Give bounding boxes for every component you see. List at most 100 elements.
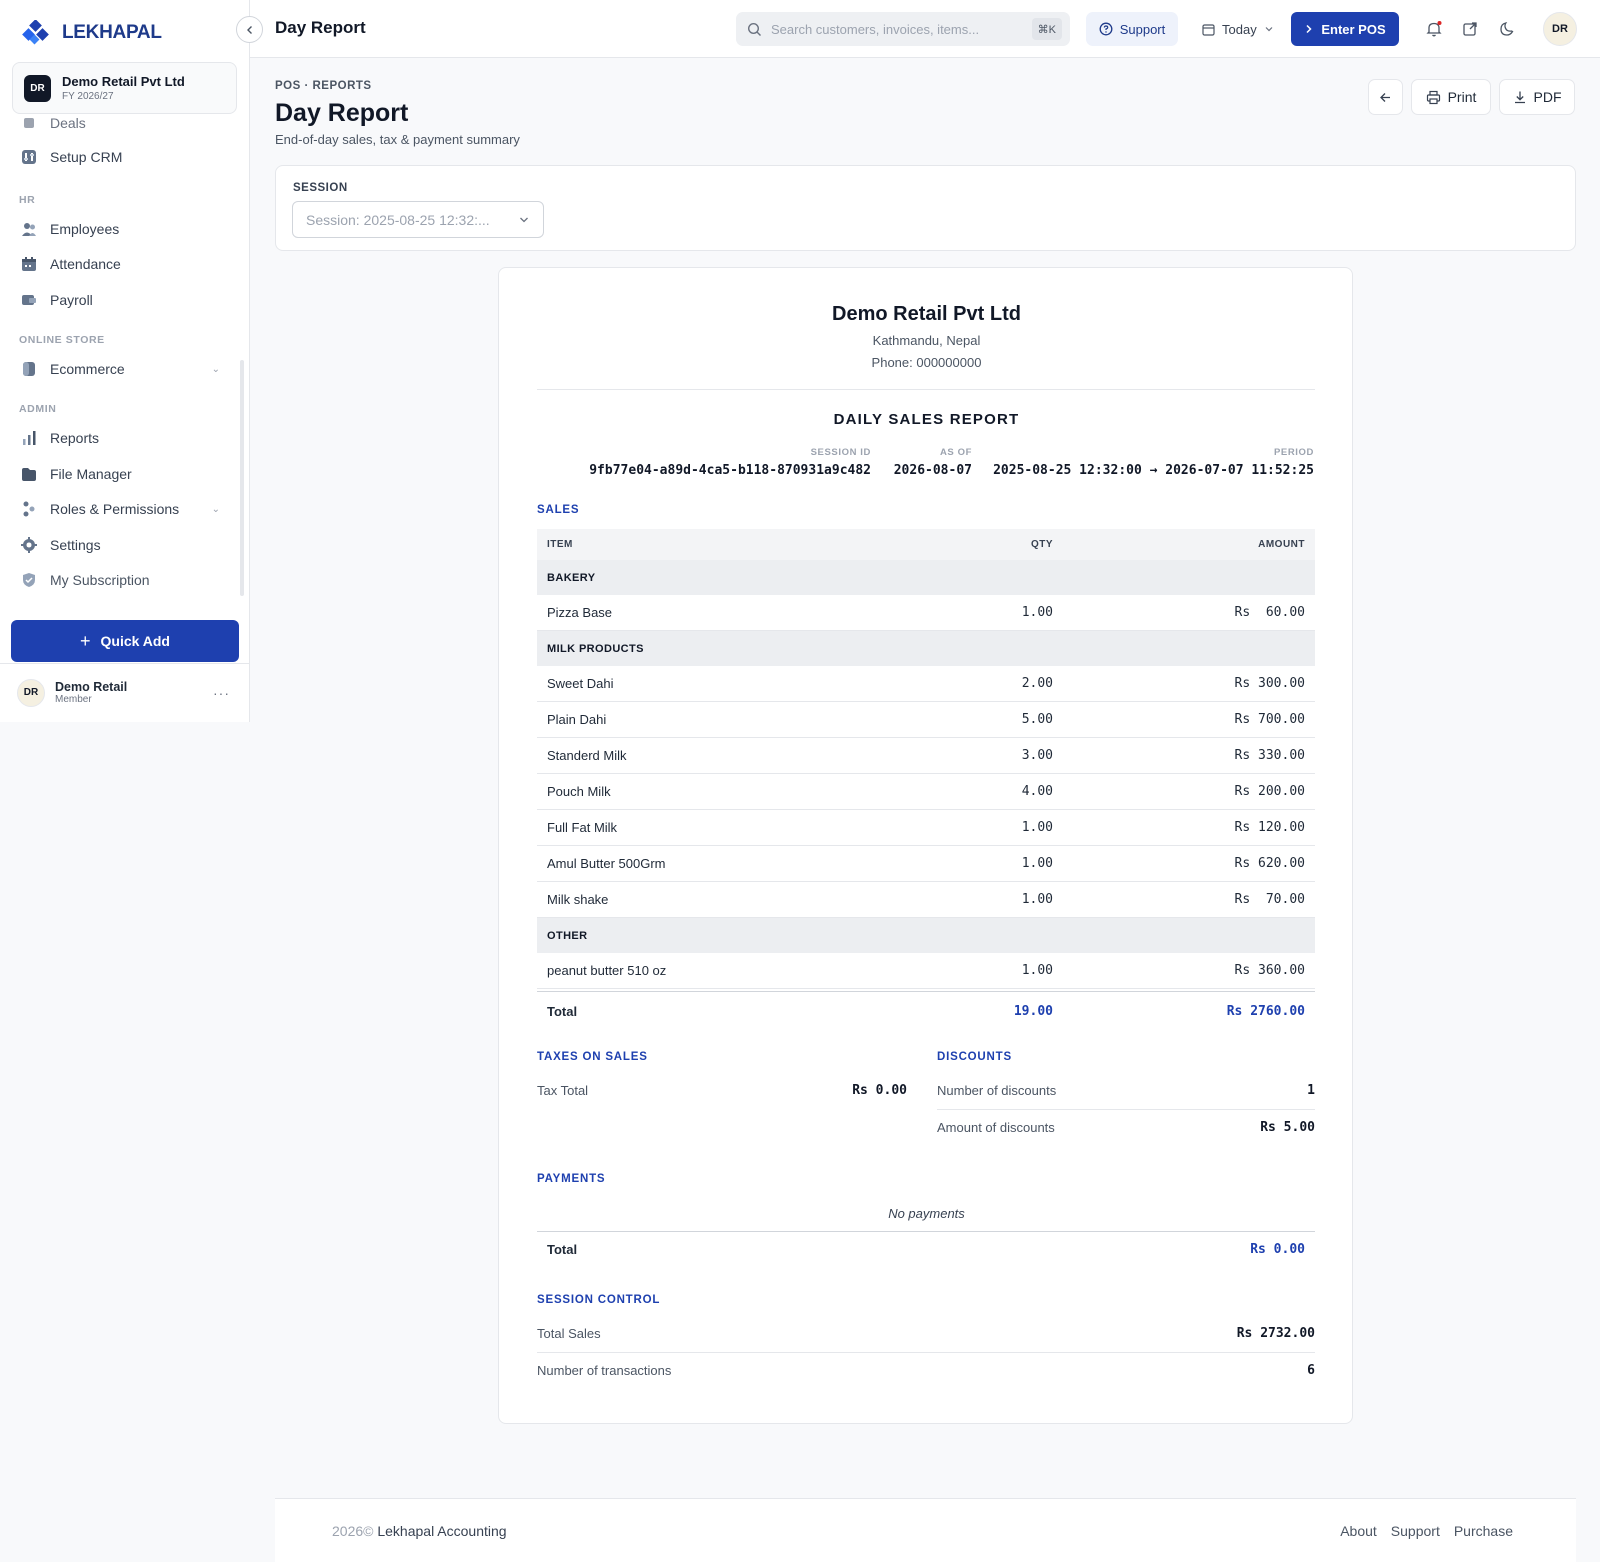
- payments-heading: PAYMENTS: [537, 1173, 606, 1185]
- payments-total-value: Rs 0.00: [1250, 1242, 1305, 1257]
- sidebar-item-reports[interactable]: Reports: [20, 429, 220, 447]
- quick-add-label: Quick Add: [100, 633, 171, 649]
- section-admin: ADMIN: [19, 403, 57, 415]
- footer-year: 2026©: [332, 1523, 374, 1539]
- sidebar-item-employees[interactable]: Employees: [20, 220, 220, 238]
- open-external-button[interactable]: [1459, 18, 1481, 40]
- transactions-value: 6: [1307, 1363, 1315, 1378]
- total-sales-value: Rs 2732.00: [1236, 1326, 1315, 1341]
- report-company-name: Demo Retail Pvt Ltd: [832, 303, 1021, 325]
- enter-pos-button[interactable]: Enter POS: [1291, 12, 1399, 46]
- notifications-button[interactable]: [1423, 18, 1445, 40]
- taxes-heading: TAXES ON SALES: [537, 1051, 648, 1063]
- discount-count-label: Number of discounts: [937, 1083, 1057, 1098]
- footer-link-about[interactable]: About: [1340, 1523, 1377, 1539]
- sidebar-item-label: Ecommerce: [50, 361, 125, 377]
- back-button[interactable]: [1368, 79, 1403, 115]
- discount-amount-label: Amount of discounts: [937, 1120, 1055, 1135]
- plus-icon: +: [79, 630, 91, 651]
- table-row: Full Fat Milk 1.00 Rs 120.00: [537, 810, 1315, 846]
- chevron-down-icon: ⌄: [211, 503, 220, 515]
- theme-toggle-button[interactable]: [1496, 18, 1518, 40]
- topbar-title: Day Report: [275, 18, 366, 37]
- chevron-down-icon: [520, 217, 528, 223]
- item-name: Standerd Milk: [547, 748, 627, 763]
- sidebar-nav: Deals Setup CRM HR Employees Attendance …: [0, 116, 250, 606]
- topbar: Day Report ⌘K Support Today Enter POS DR: [250, 0, 1600, 58]
- sidebar: LEKHAPAL DR Demo Retail Pvt Ltd FY 2026/…: [0, 0, 250, 722]
- sidebar-item-my-subscription[interactable]: My Subscription: [20, 571, 220, 589]
- column-header-item: ITEM: [547, 539, 573, 550]
- quick-add-button[interactable]: + Quick Add: [11, 620, 239, 662]
- print-label: Print: [1447, 89, 1477, 105]
- divider: [537, 389, 1315, 390]
- item-qty: 1.00: [1021, 820, 1053, 835]
- user-menu[interactable]: DR Demo Retail Member ···: [0, 663, 250, 721]
- session-id-label: SESSION ID: [810, 447, 871, 458]
- item-amount: Rs 360.00: [1234, 963, 1305, 978]
- section-online-store: ONLINE STORE: [19, 334, 105, 346]
- users-icon: [20, 220, 38, 238]
- column-header-amount: AMOUNT: [1258, 539, 1305, 550]
- table-row: Amul Butter 500Grm 1.00 Rs 620.00: [537, 846, 1315, 882]
- app-logo[interactable]: LEKHAPAL: [22, 20, 162, 46]
- more-icon[interactable]: ···: [213, 685, 230, 701]
- session-label: SESSION: [293, 182, 348, 194]
- tax-total-value: Rs 0.00: [852, 1083, 907, 1098]
- item-amount: Rs 700.00: [1234, 712, 1305, 727]
- tax-total-label: Tax Total: [537, 1083, 589, 1098]
- table-row: Sweet Dahi 2.00 Rs 300.00: [537, 666, 1315, 702]
- group-label: MILK PRODUCTS: [547, 643, 644, 655]
- bell-icon: [1426, 21, 1442, 37]
- sidebar-item-attendance[interactable]: Attendance: [20, 255, 220, 273]
- item-qty: 4.00: [1021, 784, 1053, 799]
- sidebar-item-setup-crm[interactable]: Setup CRM: [20, 148, 220, 166]
- payments-total-row: Total Rs 0.00: [537, 1231, 1315, 1267]
- sidebar-scrollbar[interactable]: [240, 360, 244, 596]
- sidebar-item-settings[interactable]: Settings: [20, 536, 220, 554]
- support-button[interactable]: Support: [1086, 12, 1178, 46]
- user-name: Demo Retail: [55, 680, 128, 694]
- item-name: Sweet Dahi: [547, 676, 614, 691]
- search-bar[interactable]: ⌘K: [736, 12, 1070, 46]
- table-row: peanut butter 510 oz 1.00 Rs 360.00: [537, 953, 1315, 989]
- page-subtitle: End-of-day sales, tax & payment summary: [275, 132, 520, 147]
- footer-link-purchase[interactable]: Purchase: [1454, 1523, 1513, 1539]
- collapse-sidebar-button[interactable]: [236, 16, 263, 43]
- date-filter-dropdown[interactable]: Today: [1202, 12, 1274, 46]
- shield-icon: [20, 571, 38, 589]
- key-icon: [20, 500, 38, 518]
- avatar[interactable]: DR: [1543, 12, 1577, 46]
- session-id-value: 9fb77e04-a89d-4ca5-b118-870931a9c482: [589, 463, 871, 478]
- sidebar-item-label: Attendance: [50, 256, 121, 272]
- as-of-value: 2026-08-07: [893, 463, 972, 478]
- discount-count-value: 1: [1307, 1083, 1315, 1098]
- report-title: DAILY SALES REPORT: [833, 411, 1020, 428]
- sidebar-item-roles-permissions[interactable]: Roles & Permissions ⌄: [20, 500, 220, 518]
- total-sales-row: Total Sales Rs 2732.00: [537, 1316, 1315, 1353]
- session-filter-card: SESSION Session: 2025-08-25 12:32:...: [275, 165, 1576, 251]
- period-value: 2025-08-25 12:32:00 → 2026-07-07 11:52:2…: [993, 463, 1314, 478]
- shortcut-badge: ⌘K: [1031, 18, 1062, 40]
- print-button[interactable]: Print: [1411, 79, 1491, 115]
- item-qty: 2.00: [1021, 676, 1053, 691]
- item-name: Plain Dahi: [547, 712, 607, 727]
- sidebar-item-ecommerce[interactable]: Ecommerce ⌄: [20, 360, 220, 378]
- fiscal-year: FY 2026/27: [62, 91, 114, 102]
- organization-switcher[interactable]: DR Demo Retail Pvt Ltd FY 2026/27: [12, 62, 237, 114]
- sidebar-item-payroll[interactable]: Payroll: [20, 291, 220, 309]
- table-row: Standerd Milk 3.00 Rs 330.00: [537, 738, 1315, 774]
- item-qty: 1.00: [1021, 963, 1053, 978]
- footer-company: Lekhapal Accounting: [377, 1523, 507, 1539]
- group-label: BAKERY: [547, 572, 596, 584]
- pdf-button[interactable]: PDF: [1499, 79, 1575, 115]
- footer-links: About Support Purchase: [1340, 1523, 1513, 1539]
- search-input[interactable]: [771, 21, 1021, 37]
- sales-total-label: Total: [547, 1004, 578, 1019]
- sidebar-item-deals[interactable]: Deals: [20, 116, 220, 132]
- sidebar-item-file-manager[interactable]: File Manager: [20, 465, 220, 483]
- footer-link-support[interactable]: Support: [1391, 1523, 1440, 1539]
- session-select[interactable]: Session: 2025-08-25 12:32:...: [292, 201, 544, 238]
- item-amount: Rs 60.00: [1234, 605, 1305, 620]
- gear-icon: [20, 536, 38, 554]
